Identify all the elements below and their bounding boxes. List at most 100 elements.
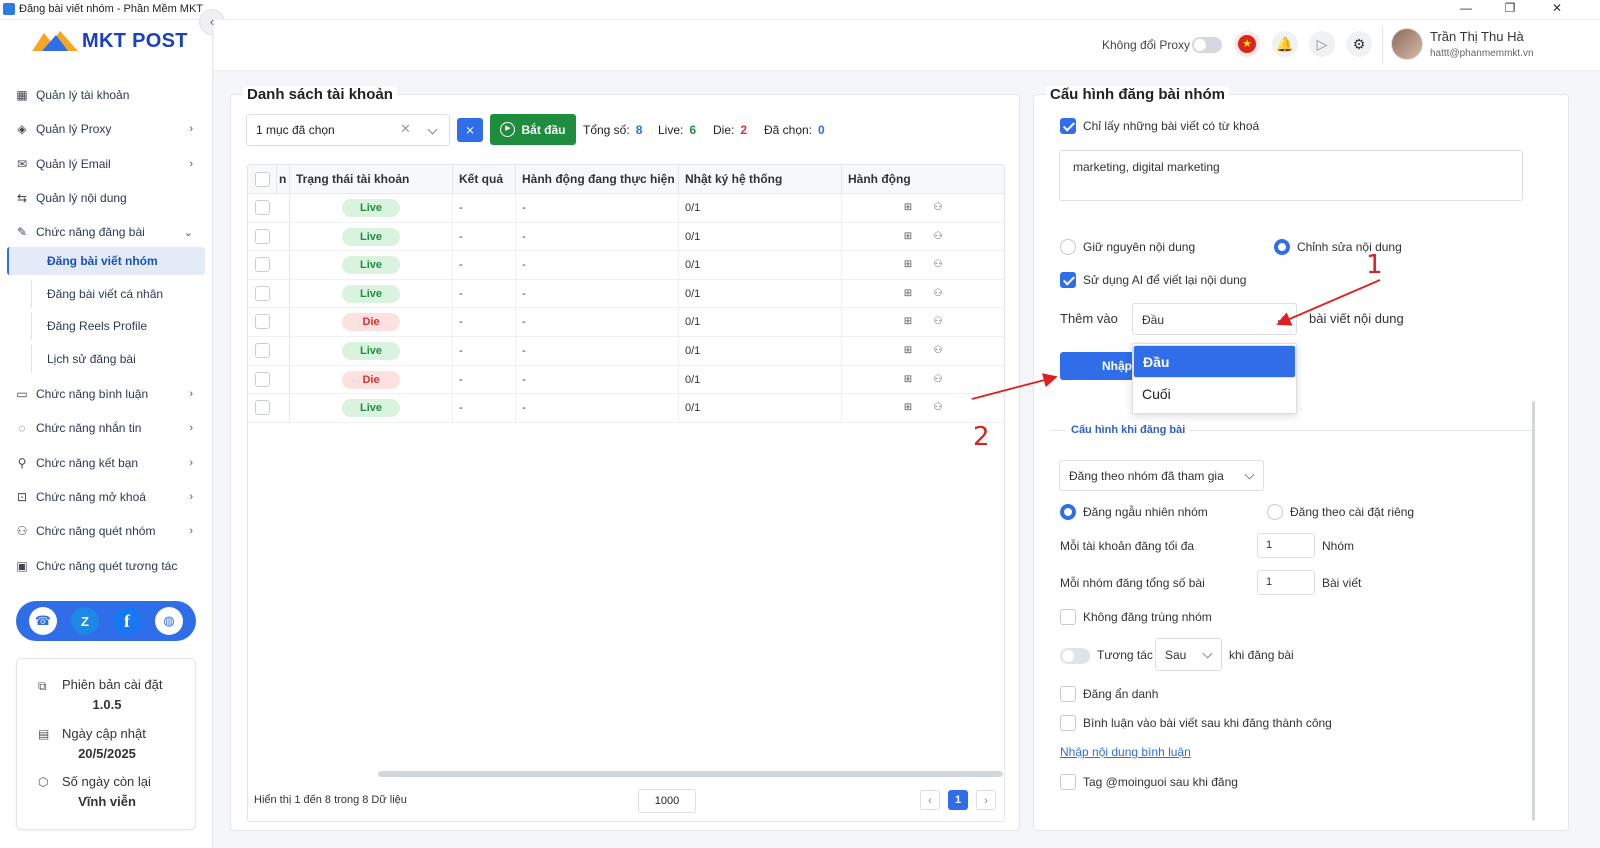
bell-icon[interactable]: 🔔 <box>1272 31 1298 57</box>
edit-post-icon[interactable]: ⊞ <box>902 345 914 357</box>
edit-post-icon[interactable]: ⊞ <box>902 231 914 243</box>
col-header[interactable]: Kết quả <box>452 165 515 194</box>
row-checkbox[interactable] <box>255 314 270 330</box>
avatar[interactable] <box>1391 28 1423 60</box>
status-badge: Die <box>342 313 400 332</box>
vertical-scrollbar[interactable] <box>1532 401 1535 821</box>
sidebar-item-group-scan[interactable]: ⚇ Chức năng quét nhóm › <box>0 517 213 545</box>
result-cell: - <box>452 279 515 308</box>
vietnam-flag-icon[interactable]: ★ <box>1234 31 1260 57</box>
maximize-button[interactable]: ❐ <box>1500 1 1520 15</box>
groups-icon[interactable]: ⚇ <box>932 231 944 243</box>
col-header[interactable]: Nhật ký hệ thống <box>678 165 841 194</box>
edit-post-icon[interactable]: ⊞ <box>902 202 914 214</box>
groups-icon[interactable]: ⚇ <box>932 402 944 414</box>
table-row[interactable]: Live - -0/1 ⊞ ⚇ <box>248 194 1004 223</box>
chevron-down-icon[interactable] <box>427 124 438 135</box>
row-checkbox[interactable] <box>255 200 270 215</box>
interact-toggle[interactable] <box>1060 648 1090 664</box>
custom-setting-radio[interactable] <box>1267 504 1283 520</box>
table-row[interactable]: Die - -0/1 ⊞ ⚇ <box>248 365 1004 395</box>
layers-icon: ◈ <box>17 122 27 137</box>
sidebar-item-label: Quản lý nội dung <box>36 190 127 205</box>
sidebar-item-layers[interactable]: ◈ Quản lý Proxy › <box>0 115 213 143</box>
account-select[interactable]: 1 mục đã chọn ✕ <box>246 114 450 146</box>
edit-post-icon[interactable]: ⊞ <box>902 316 914 328</box>
proxy-toggle[interactable] <box>1192 37 1222 53</box>
max-per-account-label: Mỗi tài khoản đăng tối đa <box>1060 539 1195 553</box>
sidebar-item-grid[interactable]: ▦ Quản lý tài khoản <box>0 81 213 109</box>
edit-post-icon[interactable]: ⊞ <box>902 288 914 300</box>
tag-everyone-checkbox[interactable] <box>1060 774 1076 790</box>
row-checkbox[interactable] <box>255 400 270 416</box>
keywords-textarea[interactable]: marketing, digital marketing <box>1059 150 1523 201</box>
prev-page-button[interactable]: ‹ <box>920 790 940 810</box>
group-mode-select[interactable]: Đăng theo nhóm đã tham gia <box>1059 460 1264 491</box>
anonymous-label: Đăng ẩn danh <box>1083 687 1159 701</box>
edit-post-icon[interactable]: ⊞ <box>902 402 914 414</box>
table-row[interactable]: Live - -0/1 ⊞ ⚇ <box>248 337 1004 366</box>
row-checkbox[interactable] <box>255 285 270 301</box>
sidebar-item-interaction[interactable]: ▣ Chức năng quét tương tác <box>0 552 213 580</box>
sidebar-item-content[interactable]: ⇆ Quản lý nội dung <box>0 184 213 212</box>
row-checkbox[interactable] <box>255 228 270 244</box>
groups-icon[interactable]: ⚇ <box>932 316 944 328</box>
comment-after-checkbox[interactable] <box>1060 715 1076 731</box>
clear-icon[interactable]: ✕ <box>400 121 411 137</box>
sidebar-item-chat[interactable]: ◌ Chức năng nhắn tin › <box>0 414 213 442</box>
row-checkbox[interactable] <box>255 257 270 273</box>
globe-icon[interactable]: ◍ <box>155 607 183 635</box>
table-row[interactable]: Live - -0/1 ⊞ ⚇ <box>248 394 1004 423</box>
support-icon[interactable]: ☎ <box>29 607 57 635</box>
groups-icon[interactable]: ⚇ <box>932 202 944 214</box>
play-icon[interactable]: ▷ <box>1309 31 1335 57</box>
comment-content-link[interactable]: Nhập nội dung bình luận <box>1060 745 1191 759</box>
table-row[interactable]: Die - -0/1 ⊞ ⚇ <box>248 308 1004 337</box>
edit-post-icon[interactable]: ⊞ <box>902 374 914 386</box>
posts-per-group-input[interactable]: 1 <box>1257 570 1315 595</box>
row-actions: ⊞ ⚇ <box>841 194 1004 222</box>
start-button[interactable]: ▶ Bắt đầu <box>490 114 576 145</box>
col-header[interactable]: Trạng thái tài khoản <box>289 165 452 194</box>
horizontal-scrollbar[interactable] <box>378 771 1003 777</box>
keyword-only-checkbox[interactable] <box>1060 118 1076 134</box>
filter-clear-button[interactable]: ⨯ <box>457 118 483 142</box>
max-per-account-input[interactable]: 1 <box>1257 533 1315 558</box>
page-size-select[interactable]: 1000 <box>638 789 696 813</box>
days-label: Số ngày còn lại <box>62 774 151 789</box>
groups-icon[interactable]: ⚇ <box>932 288 944 300</box>
status-badge: Live <box>342 227 400 246</box>
next-page-button[interactable]: › <box>976 790 996 810</box>
sidebar-item-post[interactable]: ✎ Chức năng đăng bài ⌄ <box>0 218 213 246</box>
sidebar-item-lock[interactable]: ⊡ Chức năng mở khoá › <box>0 483 213 511</box>
status-badge: Live <box>342 199 400 217</box>
groups-icon[interactable]: ⚇ <box>932 345 944 357</box>
sidebar-subitem[interactable]: Đăng Reels Profile <box>31 312 205 341</box>
minimize-button[interactable]: — <box>1456 1 1476 15</box>
sidebar-item-add-friend[interactable]: ⚲ Chức năng kết bạn › <box>0 449 213 477</box>
groups-icon[interactable]: ⚇ <box>932 374 944 386</box>
sidebar-item-mail[interactable]: ✉ Quản lý Email › <box>0 150 213 178</box>
page-button[interactable]: 1 <box>948 790 968 810</box>
zalo-icon[interactable]: Z <box>71 607 99 635</box>
random-group-radio[interactable] <box>1060 504 1076 520</box>
no-duplicate-checkbox[interactable] <box>1060 609 1076 625</box>
row-checkbox[interactable] <box>255 343 270 358</box>
row-checkbox[interactable] <box>255 371 270 387</box>
table-row[interactable]: Live - -0/1 ⊞ ⚇ <box>248 251 1004 280</box>
col-header[interactable]: Hành động đang thực hiện <box>515 165 678 194</box>
sidebar-item-comment[interactable]: ▭ Chức năng bình luận › <box>0 380 213 408</box>
groups-icon[interactable]: ⚇ <box>932 259 944 271</box>
sidebar-subitem[interactable]: Đăng bài viết cá nhân <box>31 279 205 308</box>
settings-gear-icon[interactable]: ⚙ <box>1346 31 1372 57</box>
anonymous-checkbox[interactable] <box>1060 686 1076 702</box>
table-row[interactable]: Live - -0/1 ⊞ ⚇ <box>248 222 1004 252</box>
select-all-checkbox[interactable] <box>255 172 270 187</box>
interact-when-select[interactable]: Sau <box>1155 638 1222 671</box>
facebook-icon[interactable]: f <box>113 607 141 635</box>
sidebar-subitem[interactable]: Đăng bài viết nhóm <box>7 247 205 275</box>
sidebar-subitem[interactable]: Lịch sử đăng bài <box>31 345 205 374</box>
table-row[interactable]: Live - -0/1 ⊞ ⚇ <box>248 279 1004 309</box>
edit-post-icon[interactable]: ⊞ <box>902 259 914 271</box>
close-button[interactable]: ✕ <box>1547 1 1567 15</box>
